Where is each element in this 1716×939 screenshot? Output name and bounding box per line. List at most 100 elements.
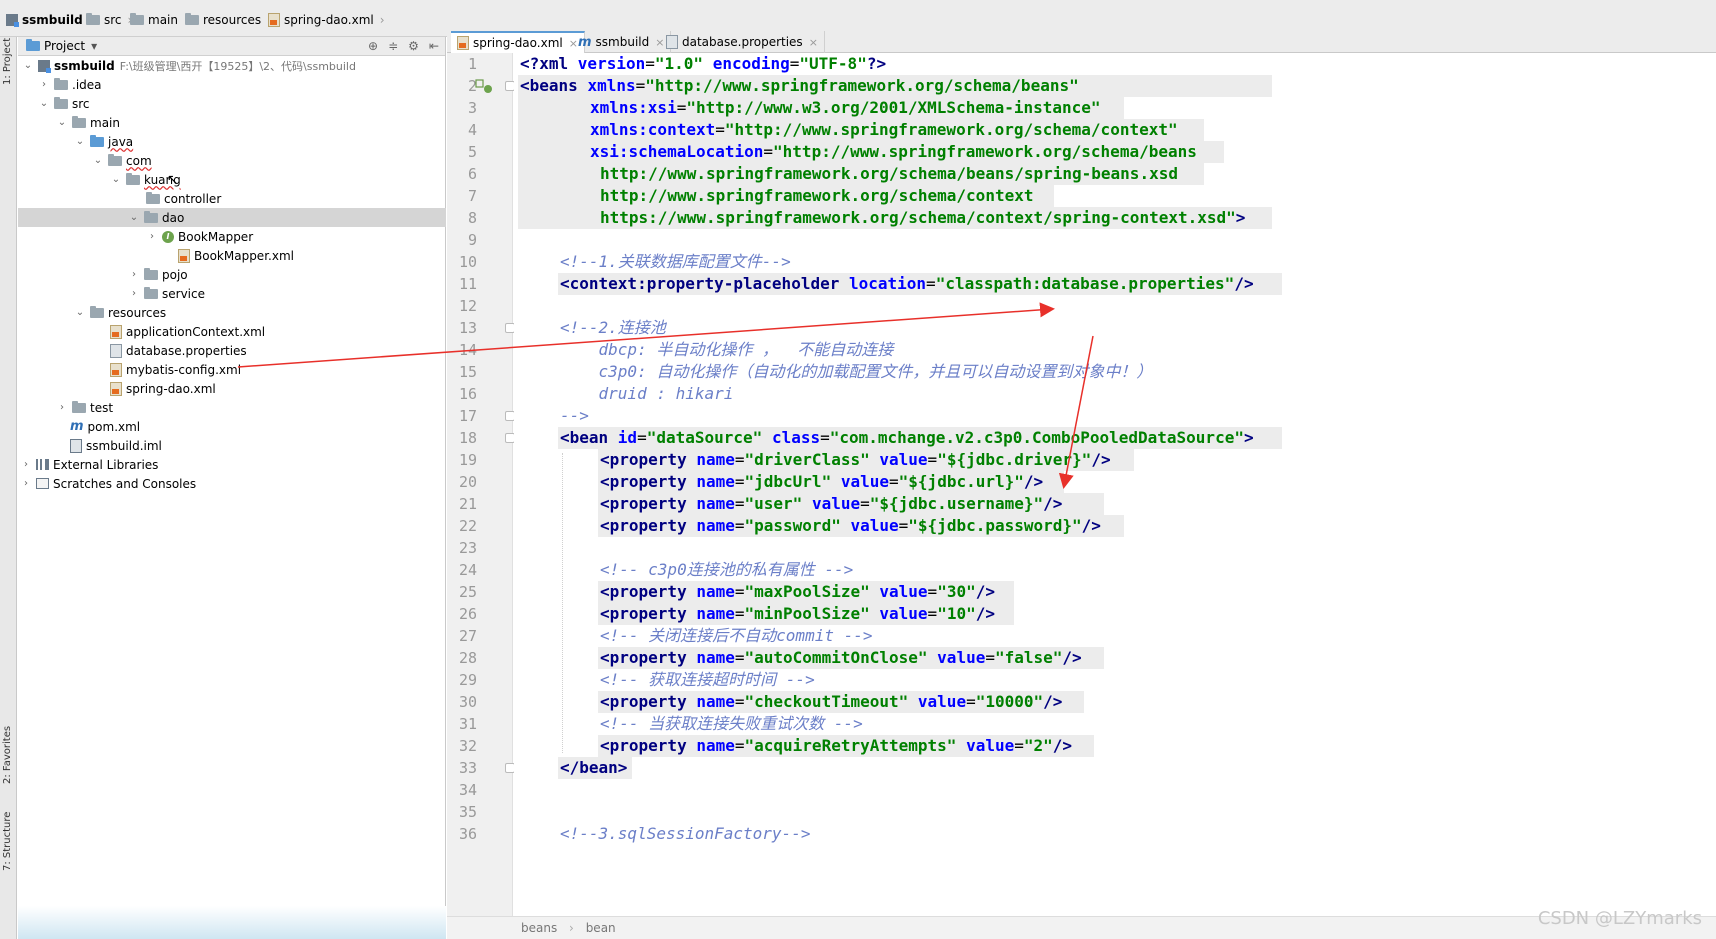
token: "10" <box>937 604 976 623</box>
package-icon <box>126 172 140 185</box>
token: value <box>937 648 986 667</box>
project-view-selector[interactable]: Project ▾ <box>26 39 97 53</box>
tree-item-spring-dao[interactable]: spring-dao.xml <box>18 379 446 398</box>
tree-item-dao[interactable]: ⌄ dao <box>18 208 446 227</box>
tree-item-iml[interactable]: ssmbuild.iml <box>18 436 446 455</box>
breadcrumb-spring-dao[interactable]: spring-dao.xml › <box>268 11 385 29</box>
line-number: 3 <box>467 99 477 117</box>
project-icon <box>26 39 40 51</box>
folder-icon <box>86 13 100 25</box>
code-line-20: <property name="jdbcUrl" value="${jdbc.u… <box>600 472 1044 491</box>
breadcrumb-bean[interactable]: bean <box>586 921 616 935</box>
code-line-1: <?xml version="1.0" encoding="UTF-8"?> <box>520 53 886 75</box>
tree-item-label: mybatis-config.xml <box>126 362 242 377</box>
token: <property <box>600 582 697 601</box>
breadcrumb-beans[interactable]: beans <box>521 921 557 935</box>
indent-guide <box>562 453 563 753</box>
tree-item-label: pojo <box>162 267 188 282</box>
tree-item-test[interactable]: › test <box>18 398 446 417</box>
collapse-all-icon[interactable]: ≑ <box>388 39 398 53</box>
gear-icon[interactable]: ⚙ <box>408 39 419 53</box>
tree-item-bookmapper-xml[interactable]: BookMapper.xml <box>18 246 446 265</box>
xml-breadcrumbs: beans › bean <box>521 921 616 935</box>
tree-item-label: ssmbuild.iml <box>86 438 162 453</box>
close-icon[interactable]: × <box>809 36 818 49</box>
tree-item-src[interactable]: ⌄ src <box>18 94 446 113</box>
breadcrumb-label: src <box>104 13 122 27</box>
line-number: 9 <box>467 231 477 249</box>
tree-item-label: ssmbuild <box>54 58 115 73</box>
token: name <box>696 516 735 535</box>
locate-icon[interactable]: ⊕ <box>368 39 378 53</box>
breadcrumb-resources[interactable]: resources › <box>185 11 272 29</box>
tree-item-main[interactable]: ⌄ main <box>18 113 446 132</box>
line-number: 21 <box>458 495 477 513</box>
token: version <box>577 54 646 73</box>
structure-tool-button[interactable]: 7: Structure <box>2 812 13 871</box>
tree-item-resources[interactable]: ⌄ resources <box>18 303 446 322</box>
code-line-24: <!-- c3p0连接池的私有属性 --> <box>600 559 853 581</box>
token: xsi:schemaLocation <box>590 142 764 161</box>
tab-database-properties[interactable]: database.properties × <box>660 31 825 53</box>
chevron-right-icon: › <box>24 459 28 470</box>
code-editor[interactable]: <?xml version="1.0" encoding="UTF-8"?> <… <box>514 53 1716 916</box>
breadcrumb-src[interactable]: src › <box>86 11 132 29</box>
editor-tabs: spring-dao.xml × m ssmbuild × database.p… <box>447 31 1716 53</box>
token: <property <box>600 604 697 623</box>
line-number: 26 <box>458 605 477 623</box>
tree-item-scratches[interactable]: › Scratches and Consoles <box>18 474 446 493</box>
xml-file-icon <box>268 13 280 27</box>
xml-file-icon <box>110 381 122 396</box>
token: "classpath:database.properties" <box>935 274 1235 293</box>
tree-item-controller[interactable]: controller <box>18 189 446 208</box>
token: name <box>696 736 735 755</box>
breadcrumb-ssmbuild[interactable]: ssmbuild › <box>6 11 94 29</box>
token: "driverClass" <box>744 450 870 469</box>
line-number: 34 <box>458 781 477 799</box>
token: "user" <box>744 494 803 513</box>
tree-item-java[interactable]: ⌄ java <box>18 132 446 151</box>
line-number: 36 <box>458 825 477 843</box>
tree-item-pojo[interactable]: › pojo <box>18 265 446 284</box>
code-line-16: druid : hikari <box>560 383 734 405</box>
tree-item-ssmbuild[interactable]: ⌄ ssmbuild F:\班级管理\西开【19525】\2、代码\ssmbui… <box>18 56 446 75</box>
breadcrumb-main[interactable]: main › <box>130 11 189 29</box>
chevron-right-icon: › <box>569 921 574 935</box>
token: name <box>696 648 735 667</box>
tree-item-idea[interactable]: › .idea <box>18 75 446 94</box>
tree-item-kuang[interactable]: ⌄ kuang ↖ <box>18 170 446 189</box>
tree-item-pom[interactable]: m pom.xml <box>18 417 446 436</box>
tree-item-bookmapper[interactable]: › I BookMapper <box>18 227 446 246</box>
token: "checkoutTimeout" <box>744 692 909 711</box>
tree-item-external-libraries[interactable]: › External Libraries <box>18 455 446 474</box>
code-line-36: <!--3.sqlSessionFactory--> <box>560 823 810 845</box>
code-line-3: xmlns:xsi="http://www.w3.org/2001/XMLSch… <box>590 98 1101 117</box>
token: http://www.springframework.org/schema/be… <box>600 164 1178 183</box>
favorites-tool-button[interactable]: 2: Favorites <box>2 726 13 784</box>
chevron-down-icon: ⌄ <box>57 117 67 128</box>
hide-icon[interactable]: ⇤ <box>429 39 439 53</box>
line-number: 29 <box>458 671 477 689</box>
tab-spring-dao[interactable]: spring-dao.xml × <box>451 31 585 53</box>
folder-icon <box>54 96 68 109</box>
tree-item-database-properties[interactable]: database.properties <box>18 341 446 360</box>
line-number: 16 <box>458 385 477 403</box>
bean-gutter-icon[interactable] <box>475 78 493 94</box>
code-line-30: <property name="checkoutTimeout" value="… <box>600 692 1063 711</box>
token: <property <box>600 736 697 755</box>
tree-item-applicationcontext[interactable]: applicationContext.xml <box>18 322 446 341</box>
token: location <box>848 274 927 293</box>
chevron-down-icon: ⌄ <box>75 307 85 318</box>
code-line-28: <property name="autoCommitOnClose" value… <box>600 648 1082 667</box>
line-number: 18 <box>458 429 477 447</box>
project-tool-button[interactable]: 1: Project <box>2 38 13 85</box>
token: "${jdbc.password}" <box>908 516 1082 535</box>
tree-item-label: pom.xml <box>87 419 141 434</box>
token: /> <box>1052 736 1073 755</box>
tab-ssmbuild[interactable]: m ssmbuild × <box>572 31 672 53</box>
tree-item-com[interactable]: ⌄ com <box>18 151 446 170</box>
line-number: 25 <box>458 583 477 601</box>
tree-item-mybatis-config[interactable]: mybatis-config.xml <box>18 360 446 379</box>
tree-item-label: spring-dao.xml <box>126 381 216 396</box>
tree-item-service[interactable]: › service <box>18 284 446 303</box>
